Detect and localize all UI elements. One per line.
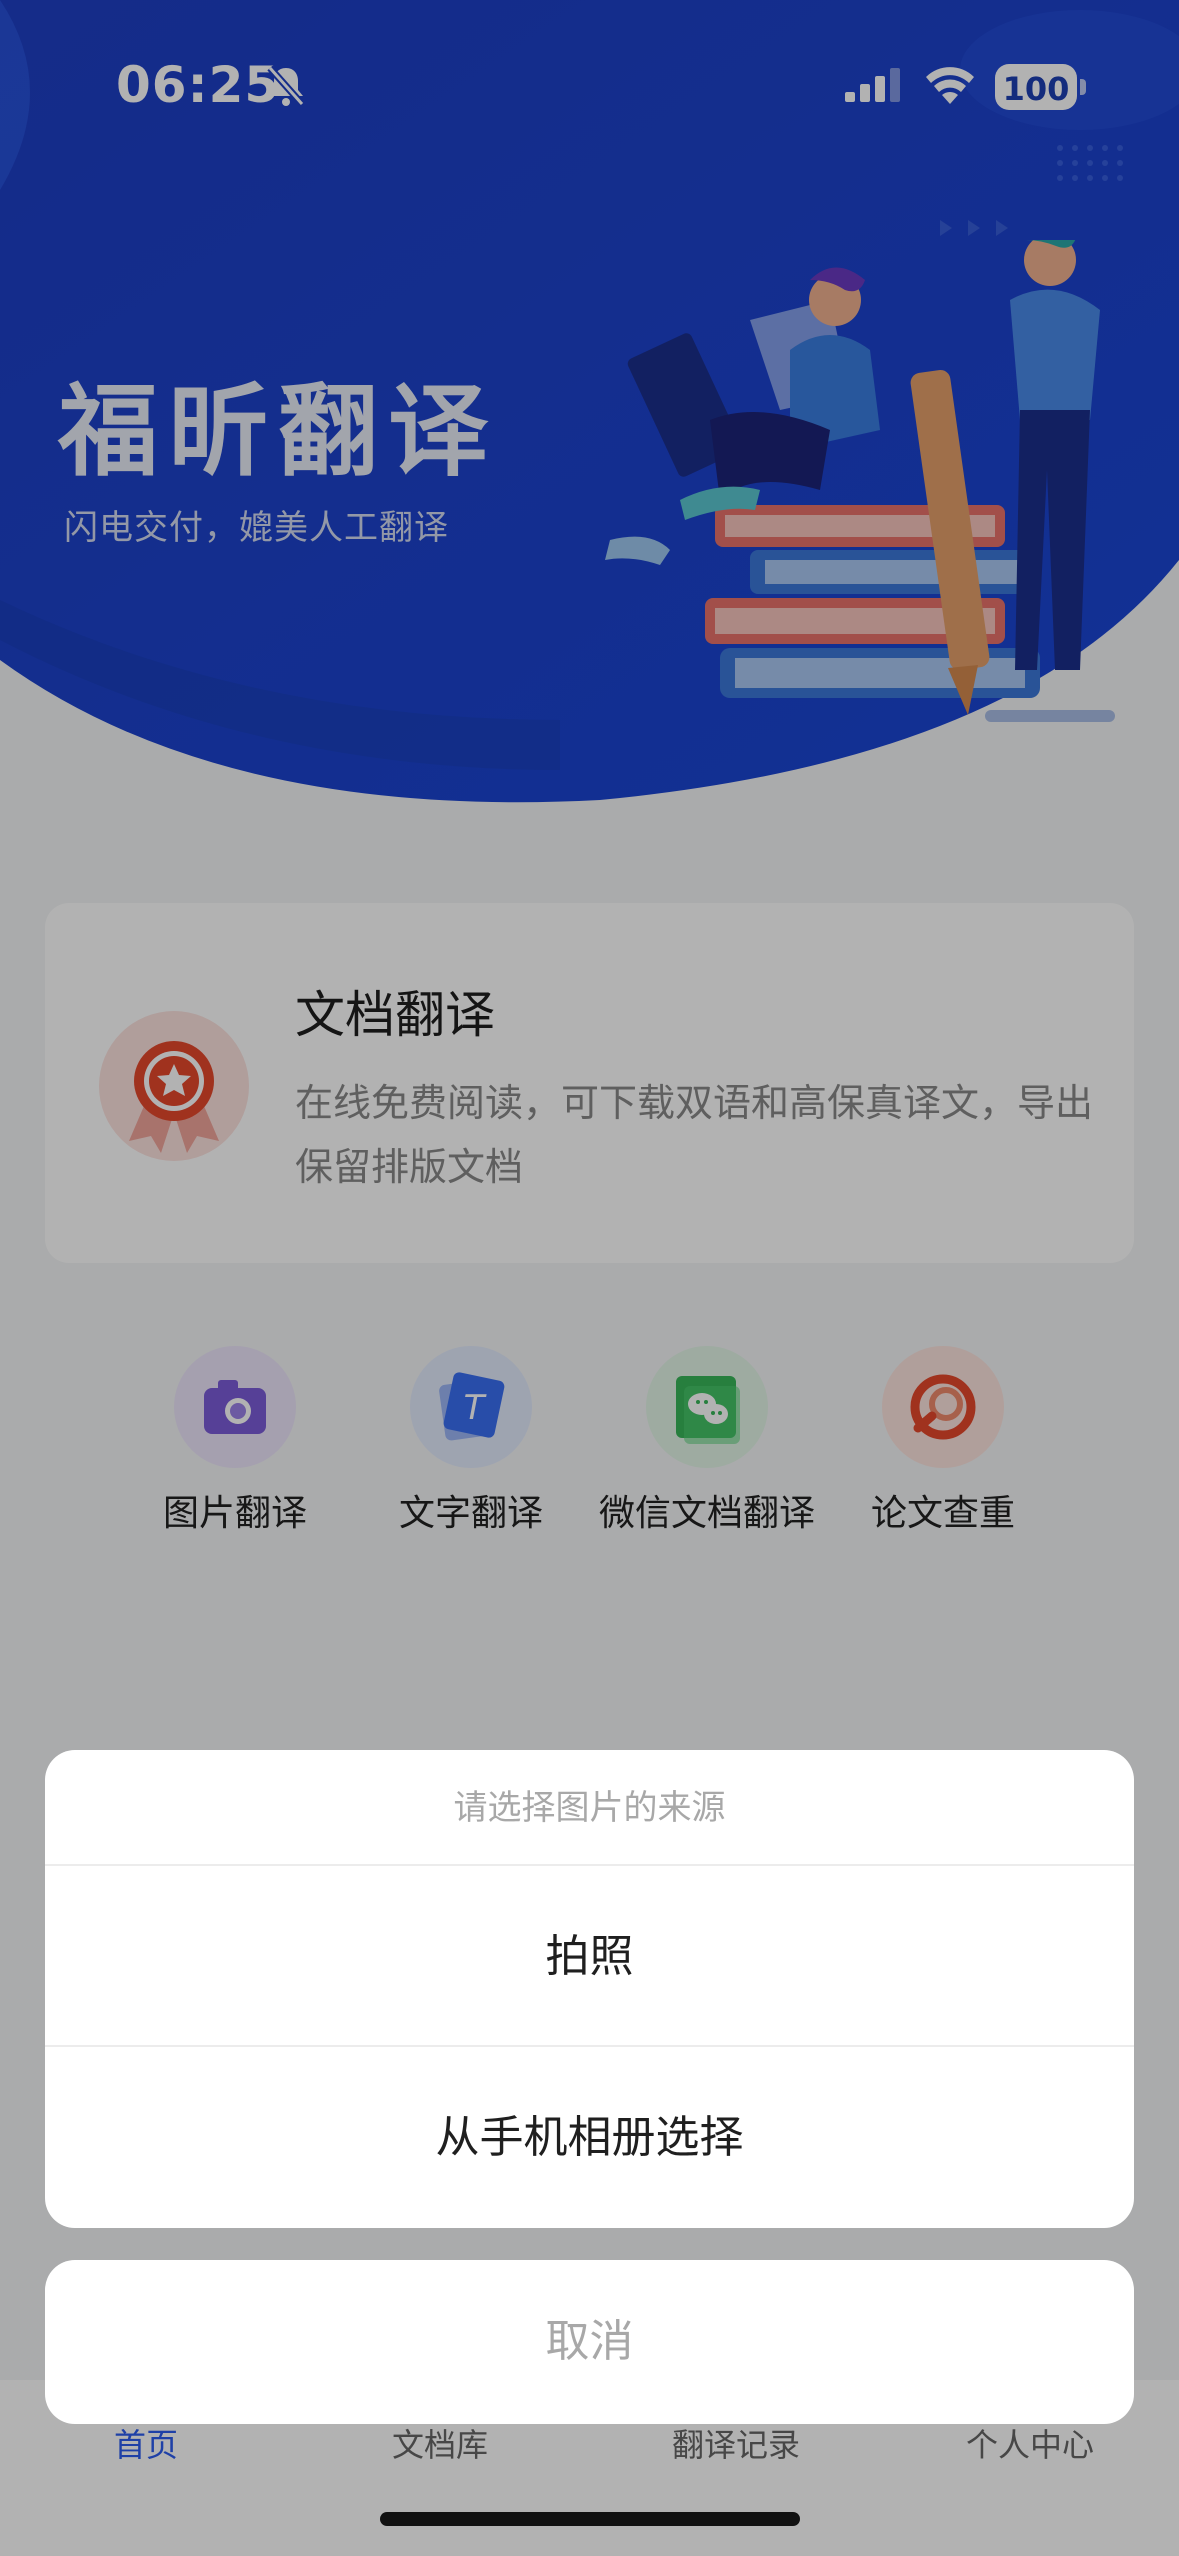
take-photo-option[interactable]: 拍照: [45, 1866, 1134, 2047]
home-indicator[interactable]: [380, 2512, 800, 2526]
image-source-action-sheet: 请选择图片的来源 拍照 从手机相册选择: [45, 1750, 1134, 2228]
choose-from-album-option[interactable]: 从手机相册选择: [45, 2047, 1134, 2228]
action-sheet-title: 请选择图片的来源: [45, 1750, 1134, 1866]
cancel-button[interactable]: 取消: [45, 2260, 1134, 2424]
